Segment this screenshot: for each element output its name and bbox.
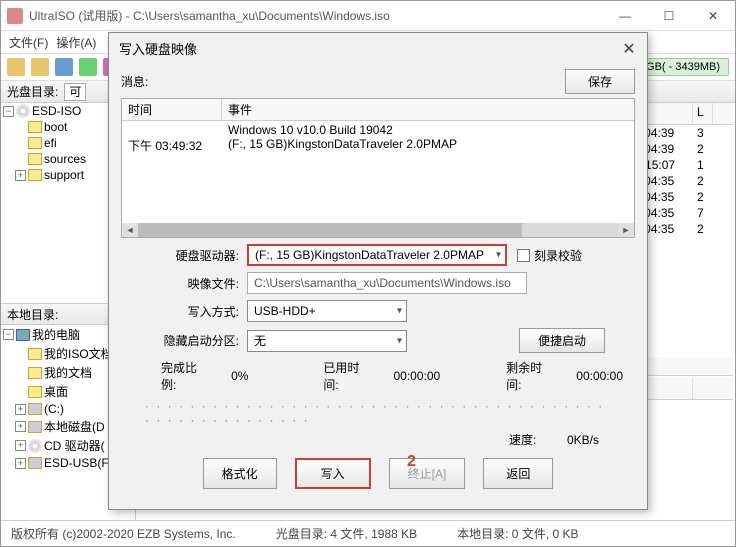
menu-ops[interactable]: 操作(A) — [56, 34, 96, 51]
message-row[interactable]: Windows 10 v10.0 Build 19042 — [128, 123, 628, 137]
disc-combo[interactable]: 可 — [64, 83, 86, 101]
drive-select[interactable]: (F:, 15 GB)KingstonDataTraveler 2.0PMAP … — [247, 244, 507, 266]
speed-label: 速度: — [509, 433, 536, 447]
write-disk-image-dialog: 写入硬盘映像 ✕ 消息: 保存 时间 事件 Windows 10 v10.0 B… — [108, 32, 648, 510]
image-path-input[interactable]: C:\Users\samantha_xu\Documents\Windows.i… — [247, 272, 527, 294]
maximize-button[interactable]: ☐ — [647, 1, 691, 31]
back-button[interactable]: 返回 — [483, 458, 553, 489]
msg-label: 消息: — [121, 73, 177, 90]
status-copyright: 版权所有 (c)2002-2020 EZB Systems, Inc. — [11, 525, 236, 542]
scroll-right-icon[interactable]: ► — [618, 223, 634, 237]
new-icon[interactable] — [7, 58, 25, 76]
chevron-down-icon: ▾ — [397, 306, 402, 317]
collapse-icon[interactable]: − — [3, 329, 14, 340]
col-time[interactable]: 时间 — [122, 99, 222, 120]
annotation-2: 2 — [407, 453, 416, 471]
remain-value: 00:00:00 — [576, 369, 623, 383]
save-icon[interactable] — [55, 58, 73, 76]
menu-file[interactable]: 文件(F) — [9, 34, 48, 51]
remain-label: 剩余时间: — [506, 359, 552, 393]
save-button[interactable]: 保存 — [565, 69, 635, 94]
scroll-left-icon[interactable]: ◄ — [122, 223, 138, 237]
app-icon — [7, 8, 23, 24]
expand-icon[interactable]: + — [15, 458, 26, 469]
elapsed-value: 00:00:00 — [394, 369, 441, 383]
expand-icon[interactable]: + — [15, 421, 26, 432]
drive-icon — [28, 457, 42, 469]
expand-icon[interactable]: + — [15, 440, 26, 451]
folder-icon — [28, 386, 42, 398]
write-method-label: 写入方式: — [161, 303, 247, 320]
folder-icon — [28, 121, 42, 133]
status-local: 本地目录: 0 文件, 0 KB — [457, 525, 578, 542]
h-scrollbar[interactable]: ◄ ► — [122, 223, 634, 237]
write-method-select[interactable]: USB-HDD+ ▾ — [247, 300, 407, 322]
open-icon[interactable] — [31, 58, 49, 76]
chevron-down-icon: ▾ — [496, 250, 501, 261]
cd-icon — [28, 439, 42, 453]
drive-value: (F:, 15 GB)KingstonDataTraveler 2.0PMAP — [255, 248, 484, 262]
folder-icon — [28, 137, 42, 149]
progress-bar: · · · · · · · · · · · · · · · · · · · · … — [145, 399, 611, 427]
statusbar: 版权所有 (c)2002-2020 EZB Systems, Inc. 光盘目录… — [1, 520, 735, 546]
disc-icon — [16, 104, 30, 118]
dialog-title: 写入硬盘映像 — [109, 33, 647, 63]
drive-icon — [28, 403, 42, 415]
folder-icon — [28, 169, 42, 181]
speed-value: 0KB/s — [567, 433, 599, 447]
minimize-button[interactable]: — — [603, 1, 647, 31]
verify-checkbox[interactable]: 刻录校验 — [517, 247, 582, 264]
drive-label: 硬盘驱动器: — [161, 247, 247, 264]
image-label: 映像文件: — [161, 275, 247, 292]
format-button[interactable]: 格式化 — [203, 458, 277, 489]
computer-icon — [16, 329, 30, 341]
status-disc: 光盘目录: 4 文件, 1988 KB — [276, 525, 417, 542]
collapse-icon[interactable]: − — [3, 106, 14, 117]
refresh-icon[interactable] — [79, 58, 97, 76]
chevron-down-icon: ▾ — [397, 335, 402, 346]
abort-button[interactable]: 终止[A] — [389, 458, 466, 489]
expand-icon[interactable]: + — [15, 404, 26, 415]
xpress-boot-button[interactable]: 便捷启动 — [519, 328, 605, 353]
message-row[interactable]: 下午 03:49:32(F:, 15 GB)KingstonDataTravel… — [128, 137, 628, 154]
hidden-boot-select[interactable]: 无 ▾ — [247, 330, 407, 352]
done-label: 完成比例: — [161, 359, 207, 393]
col-event[interactable]: 事件 — [222, 99, 634, 120]
titlebar: UltraISO (试用版) - C:\Users\samantha_xu\Do… — [1, 1, 735, 31]
hidden-boot-label: 隐藏启动分区: — [161, 332, 247, 349]
col-l[interactable]: L — [693, 103, 713, 124]
message-list: 时间 事件 Windows 10 v10.0 Build 19042下午 03:… — [121, 98, 635, 238]
folder-icon — [28, 153, 42, 165]
disc-dir-label: 光盘目录: — [7, 83, 58, 100]
drive-icon — [28, 421, 42, 433]
close-button[interactable]: ✕ — [691, 1, 735, 31]
local-dir-label: 本地目录: — [7, 306, 58, 323]
scroll-thumb[interactable] — [138, 223, 522, 237]
dialog-close-button[interactable]: ✕ — [619, 39, 639, 59]
window-title: UltraISO (试用版) - C:\Users\samantha_xu\Do… — [29, 7, 603, 24]
done-value: 0% — [231, 369, 248, 383]
elapsed-label: 已用时间: — [323, 359, 369, 393]
folder-icon — [28, 367, 42, 379]
folder-icon — [28, 348, 42, 360]
expand-icon[interactable]: + — [15, 170, 26, 181]
write-button[interactable]: 写入 — [295, 458, 371, 489]
